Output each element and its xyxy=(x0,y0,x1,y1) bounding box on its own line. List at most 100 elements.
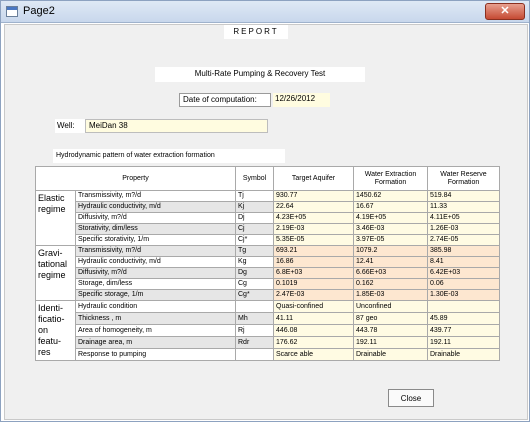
row-reserve: Drainable xyxy=(427,348,500,361)
table-row: Drainage area, m Rdr 176.62 192.11 192.1… xyxy=(36,336,500,349)
row-symbol: Cj xyxy=(235,223,274,235)
header-target: Target Aquifer xyxy=(273,166,354,191)
row-property: Hydraulic conductivity, m/d xyxy=(75,201,236,213)
table-row: Diffusivity, m?/d Dj 4.23E+05 4.19E+05 4… xyxy=(36,212,500,224)
row-reserve: 192.11 xyxy=(427,336,500,349)
row-extraction: 1079.2 xyxy=(353,245,428,257)
table-row: Gravi-tational regime Transmissivity, m?… xyxy=(35,245,500,301)
row-reserve xyxy=(427,300,500,313)
row-target: 4.23E+05 xyxy=(273,212,354,224)
table-row: Area of homogeneity, m Rj 446.08 443.78 … xyxy=(36,324,500,337)
row-property: Diffusivity, m?/d xyxy=(75,212,236,224)
window-title: Page2 xyxy=(23,5,55,17)
table-row: Elastic regime Transmissivity, m?/d Tj 9… xyxy=(35,190,500,246)
row-reserve: 385.98 xyxy=(427,245,500,257)
table-row: Diffusivity, m?/d Dg 6.8E+03 6.66E+03 6.… xyxy=(36,267,500,279)
row-target: 22.64 xyxy=(273,201,354,213)
row-symbol: Cg xyxy=(235,278,274,290)
row-reserve: 6.42E+03 xyxy=(427,267,500,279)
table-row: Specific storage, 1/m Cg* 2.47E-03 1.85E… xyxy=(36,289,500,301)
row-extraction: 1.85E-03 xyxy=(353,289,428,301)
window-close-icon[interactable]: ✕ xyxy=(485,3,525,20)
row-symbol: Cj* xyxy=(235,234,274,246)
row-symbol xyxy=(235,348,274,361)
row-reserve: 2.74E-05 xyxy=(427,234,500,246)
table-row: Specific storativity, 1/m Cj* 5.35E-05 3… xyxy=(36,234,500,246)
header-property: Property xyxy=(35,166,236,191)
results-table: Property Symbol Target Aquifer Water Ext… xyxy=(35,166,500,361)
window-icon xyxy=(6,6,18,17)
report-window: Page2 ✕ REPORT Multi-Rate Pumping & Reco… xyxy=(0,0,530,422)
title-bar[interactable]: Page2 ✕ xyxy=(1,1,529,23)
table-row: Storage, dim/less Cg 0.1019 0.162 0.06 xyxy=(36,278,500,290)
row-target: 16.86 xyxy=(273,256,354,268)
row-extraction: Drainable xyxy=(353,348,428,361)
row-symbol: Rj xyxy=(235,324,274,337)
row-target: 0.1019 xyxy=(273,278,354,290)
row-target: 5.35E-05 xyxy=(273,234,354,246)
table-header-row: Property Symbol Target Aquifer Water Ext… xyxy=(35,166,500,191)
row-target: 176.62 xyxy=(273,336,354,349)
table-row: Hydraulic conductivity, m/d Kg 16.86 12.… xyxy=(36,256,500,268)
row-extraction: 192.11 xyxy=(353,336,428,349)
report-panel: REPORT Multi-Rate Pumping & Recovery Tes… xyxy=(4,24,528,420)
group-gravitational: Gravi-tational regime xyxy=(35,245,76,301)
well-label: Well: xyxy=(55,119,85,133)
group-elastic: Elastic regime xyxy=(35,190,76,246)
row-symbol: Kj xyxy=(235,201,274,213)
row-target: Quasi-confined xyxy=(273,300,354,313)
row-extraction: 0.162 xyxy=(353,278,428,290)
section-caption: Hydrodynamic pattern of water extraction… xyxy=(53,149,285,163)
row-symbol: Kg xyxy=(235,256,274,268)
close-button[interactable]: Close xyxy=(388,389,434,407)
row-property: Area of homogeneity, m xyxy=(75,324,236,337)
row-target: 6.8E+03 xyxy=(273,267,354,279)
well-value: MeiDan 38 xyxy=(85,119,268,133)
row-reserve: 1.26E-03 xyxy=(427,223,500,235)
row-property: Storage, dim/less xyxy=(75,278,236,290)
test-title: Multi-Rate Pumping & Recovery Test xyxy=(155,67,365,82)
row-property: Hydraulic conductivity, m/d xyxy=(75,256,236,268)
row-property: Transmissivity, m?/d xyxy=(75,245,236,257)
row-property: Diffusivity, m?/d xyxy=(75,267,236,279)
row-extraction: 3.97E-05 xyxy=(353,234,428,246)
row-property: Hydraulic condition xyxy=(75,300,236,313)
table-row: Storativity, dim/less Cj 2.19E-03 3.46E-… xyxy=(36,223,500,235)
row-symbol: Tj xyxy=(235,190,274,202)
row-reserve: 439.77 xyxy=(427,324,500,337)
row-symbol: Dg xyxy=(235,267,274,279)
row-extraction: 4.19E+05 xyxy=(353,212,428,224)
row-extraction: 3.46E-03 xyxy=(353,223,428,235)
table-row: Identi-ficatio-on featu-res Hydraulic co… xyxy=(35,300,500,361)
row-target: Scarce able xyxy=(273,348,354,361)
row-target: 41.11 xyxy=(273,312,354,325)
row-property: Storativity, dim/less xyxy=(75,223,236,235)
row-symbol: Mh xyxy=(235,312,274,325)
row-symbol: Dj xyxy=(235,212,274,224)
row-reserve: 11.33 xyxy=(427,201,500,213)
table-row: Hydraulic conductivity, m/d Kj 22.64 16.… xyxy=(36,201,500,213)
group-identification: Identi-ficatio-on featu-res xyxy=(35,300,76,361)
row-extraction: 16.67 xyxy=(353,201,428,213)
row-target: 2.47E-03 xyxy=(273,289,354,301)
report-heading: REPORT xyxy=(224,25,288,39)
row-property: Specific storage, 1/m xyxy=(75,289,236,301)
row-extraction: 12.41 xyxy=(353,256,428,268)
row-reserve: 45.89 xyxy=(427,312,500,325)
header-reserve: Water Reserve Formation xyxy=(427,166,500,191)
row-property: Transmissivity, m?/d xyxy=(75,190,236,202)
row-reserve: 1.30E-03 xyxy=(427,289,500,301)
row-target: 930.77 xyxy=(273,190,354,202)
row-target: 446.08 xyxy=(273,324,354,337)
row-reserve: 0.06 xyxy=(427,278,500,290)
table-row: Thickness , m Mh 41.11 87 geo 45.89 xyxy=(36,312,500,325)
row-extraction: 1450.62 xyxy=(353,190,428,202)
date-value: 12/26/2012 xyxy=(273,93,330,107)
row-symbol: Rdr xyxy=(235,336,274,349)
date-label: Date of computation: xyxy=(179,93,271,107)
table-row: Response to pumping Scarce able Drainabl… xyxy=(36,348,500,361)
row-reserve: 519.84 xyxy=(427,190,500,202)
row-property: Response to pumping xyxy=(75,348,236,361)
row-property: Drainage area, m xyxy=(75,336,236,349)
row-symbol: Tg xyxy=(235,245,274,257)
